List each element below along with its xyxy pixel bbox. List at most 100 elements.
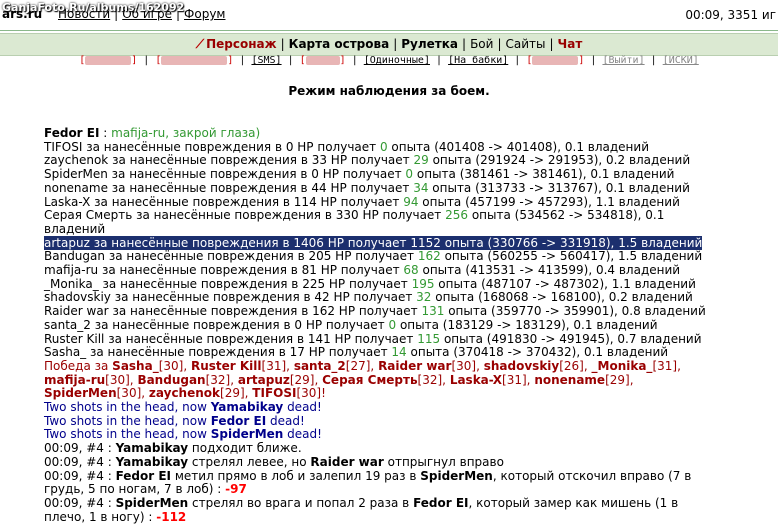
ownership-value: 0.1: [590, 167, 610, 182]
player-name[interactable]: SpiderMen: [44, 167, 108, 181]
player-name[interactable]: santa_2: [44, 318, 91, 332]
winner-name[interactable]: TIFOSI: [252, 386, 296, 401]
phrase-text: опыта: [440, 249, 488, 264]
player-name[interactable]: Raider war: [310, 455, 383, 469]
winner-level: [26]: [559, 358, 584, 373]
player-name[interactable]: Серая Смерть: [44, 208, 132, 222]
menu-character[interactable]: Персонаж: [206, 37, 276, 51]
player-name[interactable]: zaychenok: [44, 153, 108, 168]
phrase-text: владений: [603, 345, 669, 360]
winner-level: [29]: [220, 386, 245, 401]
submenu-money[interactable]: [На бабки]: [448, 55, 508, 66]
player-name[interactable]: Yamabikay: [116, 455, 189, 469]
winner-level: [30]: [451, 358, 477, 373]
blurred-link[interactable]: []: [155, 55, 233, 66]
phrase-text: владений: [627, 290, 693, 305]
phrase-text: HP получает: [323, 235, 411, 250]
player-name[interactable]: Bandugan: [44, 249, 105, 263]
submenu-search[interactable]: [ИСКИ]: [663, 55, 699, 66]
winner-name[interactable]: Серая Смерть: [322, 373, 417, 387]
player-name[interactable]: Ruster Kill: [44, 332, 104, 346]
phrase-text: за нанесённые повреждения в: [132, 208, 336, 223]
experience-line: artapuz за нанесённые повреждения в 1406…: [44, 235, 720, 251]
player-name[interactable]: Sasha_: [44, 345, 86, 359]
damage-value: -112: [156, 509, 187, 524]
phrase-text: опыта: [440, 331, 487, 346]
player-name[interactable]: TIFOSI: [44, 140, 82, 154]
winner-name[interactable]: nonename: [534, 373, 605, 387]
divider: [0, 30, 778, 31]
submenu-exit[interactable]: [Выйти]: [602, 55, 644, 66]
server-clock: 00:09, 3351 иг: [685, 8, 776, 22]
winner-name[interactable]: Ruster Kill: [191, 359, 262, 373]
exp-value: 256: [445, 208, 469, 223]
phrase-text: HP получает: [302, 317, 389, 332]
phrase-text: за нанесённые повреждения в: [107, 167, 312, 182]
winner-name[interactable]: mafija-ru: [44, 373, 105, 387]
player-name[interactable]: SpiderMen: [116, 496, 189, 510]
winner-name[interactable]: Sasha_: [112, 359, 159, 373]
comma: ,: [286, 358, 294, 373]
player-name[interactable]: Yamabikay: [211, 400, 284, 414]
phrase-text: опыта: [468, 208, 515, 223]
phrase-text: HP получает: [304, 345, 392, 360]
player-name[interactable]: Fedor EI: [44, 126, 99, 140]
phrase-text: за нанесённые повреждения в: [104, 331, 308, 346]
phrase-text: HP получает: [316, 194, 404, 209]
phrase-text: опыта: [387, 139, 435, 154]
event-line: 00:09, #4 : SpiderMen стрелял во врага и…: [44, 496, 720, 524]
player-name[interactable]: Fedor EI: [116, 469, 171, 483]
blurred-link[interactable]: []: [300, 55, 346, 66]
exp-value: 94: [403, 194, 419, 209]
phrase-text: за нанесённые повреждения в: [90, 194, 294, 209]
blurred-link[interactable]: []: [79, 55, 137, 66]
submenu-single[interactable]: [Одиночные]: [364, 55, 430, 66]
menu-sites[interactable]: Сайты: [505, 37, 545, 51]
player-name[interactable]: Fedor EI: [413, 496, 468, 510]
menu-chat[interactable]: Чат: [558, 37, 583, 51]
event-time: 00:09, #4 :: [44, 468, 116, 483]
player-name[interactable]: shadovskiy: [44, 290, 111, 305]
winner-name[interactable]: Raider war: [378, 359, 451, 373]
hp-value: 1406: [293, 235, 324, 250]
experience-line: mafija-ru за нанесённые повреждения в 81…: [44, 263, 720, 278]
comma: ,: [598, 180, 606, 195]
comma: ,: [677, 358, 681, 373]
exp-value: 68: [403, 263, 419, 278]
winner-name[interactable]: Bandugan: [137, 373, 205, 387]
submenu-sms[interactable]: [SMS]: [251, 55, 281, 66]
player-name[interactable]: Yamabikay: [116, 441, 189, 455]
player-name[interactable]: SpiderMen: [211, 427, 284, 442]
winner-name[interactable]: artapuz: [238, 373, 290, 387]
phrase-text: HP получает: [334, 304, 422, 319]
winner-name[interactable]: zaychenok: [149, 386, 220, 401]
winner-level: [29]: [605, 372, 630, 387]
winner-name[interactable]: shadovskiy: [484, 359, 560, 373]
player-name[interactable]: _Monika_: [44, 277, 99, 291]
player-name[interactable]: Fedor EI: [211, 414, 266, 428]
experience-line: Bandugan за нанесённые повреждения в 205…: [44, 249, 720, 264]
sword-icon: ⟋: [195, 37, 205, 51]
player-name[interactable]: nonename: [44, 181, 108, 195]
experience-line: Sasha_ за нанесённые повреждения в 17 HP…: [44, 345, 720, 360]
menu-roulette[interactable]: Рулетка: [401, 37, 458, 51]
menu-island-map[interactable]: Карта острова: [289, 37, 390, 51]
nav-forum-link[interactable]: Форум: [184, 7, 225, 21]
player-name[interactable]: Laska-X: [44, 195, 90, 209]
phrase-text: HP получает: [329, 290, 417, 305]
menu-fight[interactable]: Бой: [470, 37, 493, 51]
blurred-link[interactable]: []: [526, 55, 584, 66]
player-name[interactable]: SpiderMen: [420, 469, 493, 483]
winner-name[interactable]: SpiderMen: [44, 386, 117, 401]
ownership-value: 1.1: [611, 276, 631, 291]
winner-name[interactable]: Laska-X: [450, 373, 502, 387]
player-name[interactable]: mafija-ru: [44, 263, 98, 277]
ownership-value: 0.4: [595, 263, 616, 278]
player-name[interactable]: artapuz: [44, 236, 90, 250]
winner-name[interactable]: _Monika_: [592, 359, 653, 373]
death-text: dead!: [283, 427, 322, 442]
winner-name[interactable]: santa_2: [294, 359, 346, 373]
phrase-text: владений: [615, 263, 681, 278]
player-name[interactable]: Raider war: [44, 304, 109, 318]
menu-separator: |: [549, 37, 554, 51]
